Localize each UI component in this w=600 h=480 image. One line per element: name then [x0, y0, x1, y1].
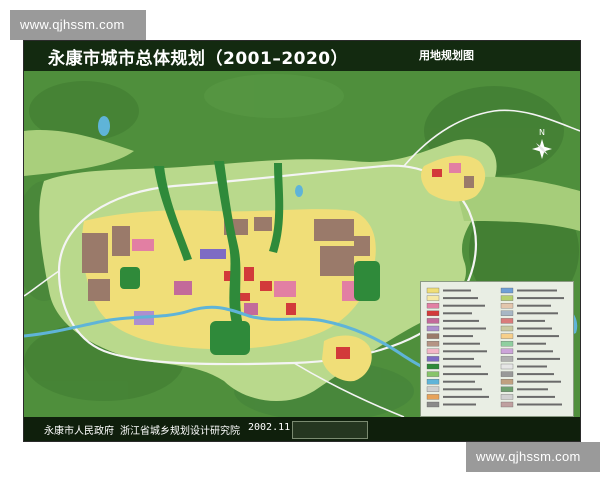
watermark-top: www.qjhssm.com [10, 10, 146, 40]
legend-entry-text [443, 388, 482, 391]
legend-entry-text [443, 297, 478, 300]
legend-swatch [500, 401, 514, 408]
legend-entry-text [517, 350, 553, 353]
legend-swatch [426, 295, 440, 301]
legend-entry-text [517, 373, 554, 376]
legend-entry-text [443, 373, 488, 376]
map-footer: 永康市人民政府 浙江省城乡规划设计研究院 2002.11 [24, 417, 580, 441]
legend-swatch [426, 371, 440, 377]
legend-entry-text [443, 319, 479, 322]
legend-entry-text [517, 312, 558, 315]
legend-swatch [426, 287, 440, 294]
north-label: N [539, 128, 545, 137]
legend-swatch [426, 341, 440, 347]
legend-swatch [426, 379, 440, 385]
map-subtitle: 用地规划图 [419, 49, 474, 62]
legend-entry-text [517, 297, 564, 300]
legend-entry-text [517, 335, 559, 338]
legend-entry-text [517, 395, 555, 398]
footer-government: 永康市人民政府 [44, 426, 114, 437]
legend-entry-text [443, 395, 489, 398]
legend-entry-text [517, 304, 551, 307]
legend-swatch [500, 386, 514, 392]
legend-swatch [426, 333, 440, 339]
map-legend [420, 281, 574, 417]
legend-entry-text [443, 380, 475, 383]
legend-entry-text [443, 350, 487, 353]
legend-swatch [426, 318, 440, 324]
legend-swatch [500, 363, 514, 370]
footer-institute: 浙江省城乡规划设计研究院 [120, 426, 240, 437]
footer-date: 2002.11 [248, 422, 291, 433]
legend-swatch [500, 379, 514, 385]
legend-swatch [426, 303, 440, 309]
legend-entry-text [443, 342, 480, 345]
legend-swatch [500, 303, 514, 309]
legend-swatch [426, 363, 440, 370]
pond-north [98, 116, 110, 136]
legend-entry-text [517, 365, 547, 368]
legend-entry-text [517, 319, 545, 322]
legend-swatches [426, 287, 564, 408]
legend-swatch [500, 310, 514, 316]
legend-entry-text [443, 304, 485, 307]
map-title-bar: 永康市城市总体规划（2001–2020） 用地规划图 [24, 41, 580, 71]
legend-swatch [426, 348, 440, 354]
legend-entry-text [517, 403, 562, 406]
legend-entry-text [517, 380, 561, 383]
legend-swatch [500, 348, 514, 354]
legend-entry-text [517, 327, 552, 330]
legend-swatch [500, 287, 514, 294]
legend-swatch [426, 401, 440, 408]
pond-central [295, 185, 303, 197]
legend-swatch [500, 356, 514, 362]
legend-entry-text [443, 289, 471, 292]
legend-swatch [500, 318, 514, 324]
legend-swatch [500, 341, 514, 347]
legend-swatch [500, 333, 514, 339]
legend-entry-text [443, 403, 476, 406]
legend-entry-text [443, 335, 473, 338]
legend-swatch [500, 371, 514, 377]
legend-swatch [426, 356, 440, 362]
legend-swatch [500, 325, 514, 332]
legend-entry-text [443, 327, 486, 330]
legend-swatch [426, 310, 440, 316]
legend-entry-text [443, 312, 472, 315]
legend-entry-text [517, 388, 548, 391]
map-title: 永康市城市总体规划（2001–2020） [48, 49, 349, 69]
footer-sheet-label [292, 421, 368, 439]
legend-entry-text [517, 342, 546, 345]
legend-entry-text [443, 357, 474, 360]
southeast-commercial [336, 347, 350, 359]
legend-swatch [500, 394, 514, 400]
legend-entry-text [443, 365, 481, 368]
planning-map-poster: 永康市城市总体规划（2001–2020） 用地规划图 N 永康市人民政府 浙江省… [23, 40, 581, 442]
legend-swatch [426, 386, 440, 392]
legend-entry-text [517, 357, 560, 360]
watermark-bottom: www.qjhssm.com [466, 442, 600, 472]
legend-entry-text [517, 289, 557, 292]
legend-swatch [426, 394, 440, 400]
legend-swatch [500, 295, 514, 301]
legend-swatch [426, 325, 440, 332]
